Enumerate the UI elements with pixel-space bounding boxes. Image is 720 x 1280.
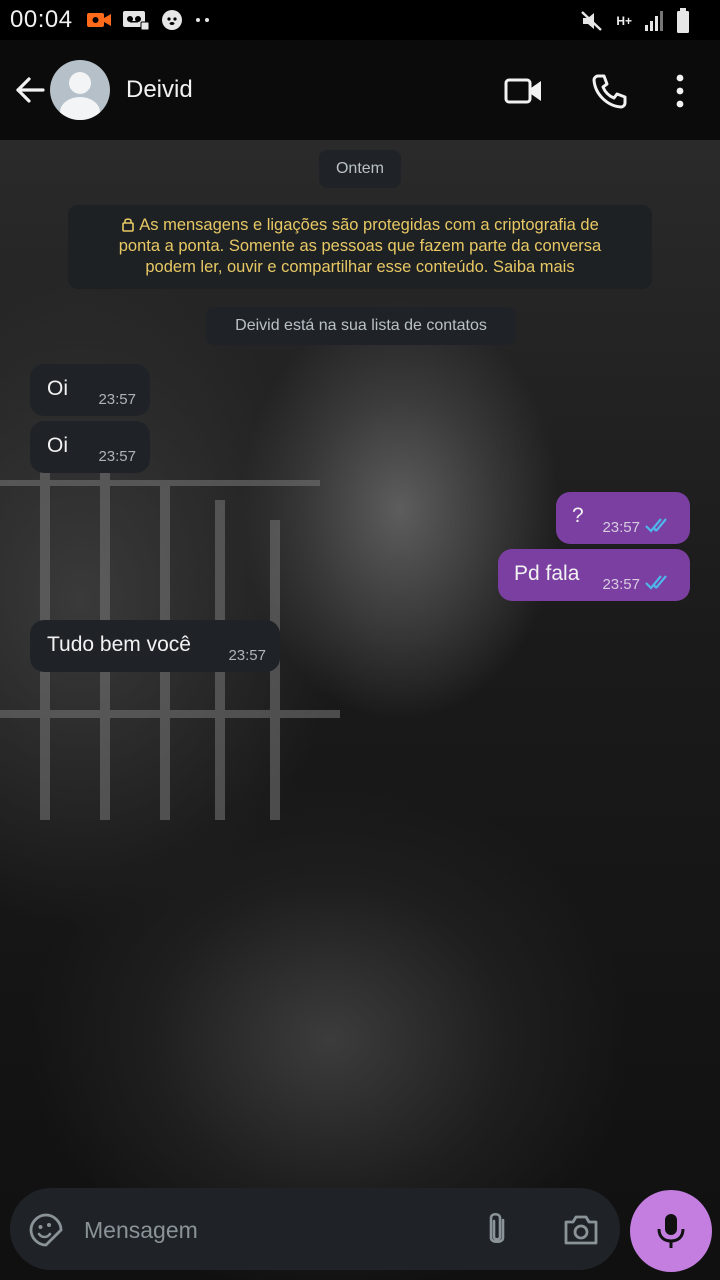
camera-icon[interactable] [562, 1212, 600, 1248]
more-notifications-icon [196, 18, 209, 22]
message-bubble-incoming[interactable]: Oi 23:57 [30, 364, 150, 416]
message-input[interactable] [82, 1208, 466, 1252]
phone-icon[interactable] [585, 68, 631, 114]
encryption-notice-text-1: As mensagens e ligações são protegidas c… [139, 216, 599, 234]
video-call-icon[interactable] [500, 68, 546, 114]
message-text: Tudo bem você [47, 633, 191, 656]
message-time: 23:57 [98, 448, 136, 465]
message-time: 23:57 [98, 391, 136, 408]
emoji-icon[interactable] [28, 1212, 64, 1248]
voicemail-icon [123, 11, 150, 31]
date-divider: Ontem [319, 150, 401, 188]
lock-icon [122, 218, 135, 232]
signal-icon [645, 11, 663, 31]
read-ticks-icon [645, 518, 667, 533]
message-bubble-outgoing[interactable]: Pd fala 23:57 [498, 549, 690, 601]
message-time: 23:57 [602, 519, 640, 536]
avatar[interactable] [50, 60, 110, 120]
chat-area[interactable]: Ontem As mensagens e ligações são proteg… [0, 140, 720, 1280]
attach-icon[interactable] [482, 1210, 512, 1250]
message-bubble-outgoing[interactable]: ? 23:57 [556, 492, 690, 544]
message-composer [10, 1188, 620, 1270]
default-avatar-icon [60, 72, 100, 120]
encryption-notice-line: As mensagens e ligações são protegidas c… [68, 215, 652, 236]
chat-header: Deivid [0, 40, 720, 140]
more-vert-icon[interactable] [662, 68, 698, 114]
mic-icon [657, 1214, 685, 1248]
message-text: ? [572, 504, 584, 527]
message-text: Oi [47, 377, 68, 400]
message-time: 23:57 [228, 647, 266, 664]
contact-name[interactable]: Deivid [126, 76, 193, 104]
back-arrow-icon[interactable] [10, 70, 50, 110]
contacts-notice: Deivid está na sua lista de contatos [206, 307, 516, 345]
encryption-notice-text-2: ponta a ponta. Somente as pessoas que fa… [118, 237, 602, 255]
status-bar: 00:04 H+ [0, 0, 720, 40]
network-type-label: H+ [616, 14, 632, 28]
battery-icon [677, 8, 689, 33]
message-bubble-incoming[interactable]: Tudo bem você 23:57 [30, 620, 280, 672]
voice-message-button[interactable] [630, 1190, 712, 1272]
message-text: Pd fala [514, 562, 580, 585]
status-time: 00:04 [10, 6, 73, 33]
encryption-notice-text-3: podem ler, ouvir e compartilhar esse con… [145, 258, 575, 276]
read-ticks-icon [645, 575, 667, 590]
message-bubble-incoming[interactable]: Oi 23:57 [30, 421, 150, 473]
notification-icons [86, 8, 212, 32]
system-icons: H+ [580, 8, 690, 34]
message-text: Oi [47, 434, 68, 457]
screen-record-icon [87, 13, 111, 27]
message-time: 23:57 [602, 576, 640, 593]
encryption-notice[interactable]: As mensagens e ligações são protegidas c… [68, 205, 652, 289]
mute-icon [581, 11, 603, 31]
app-notification-icon [162, 10, 182, 30]
